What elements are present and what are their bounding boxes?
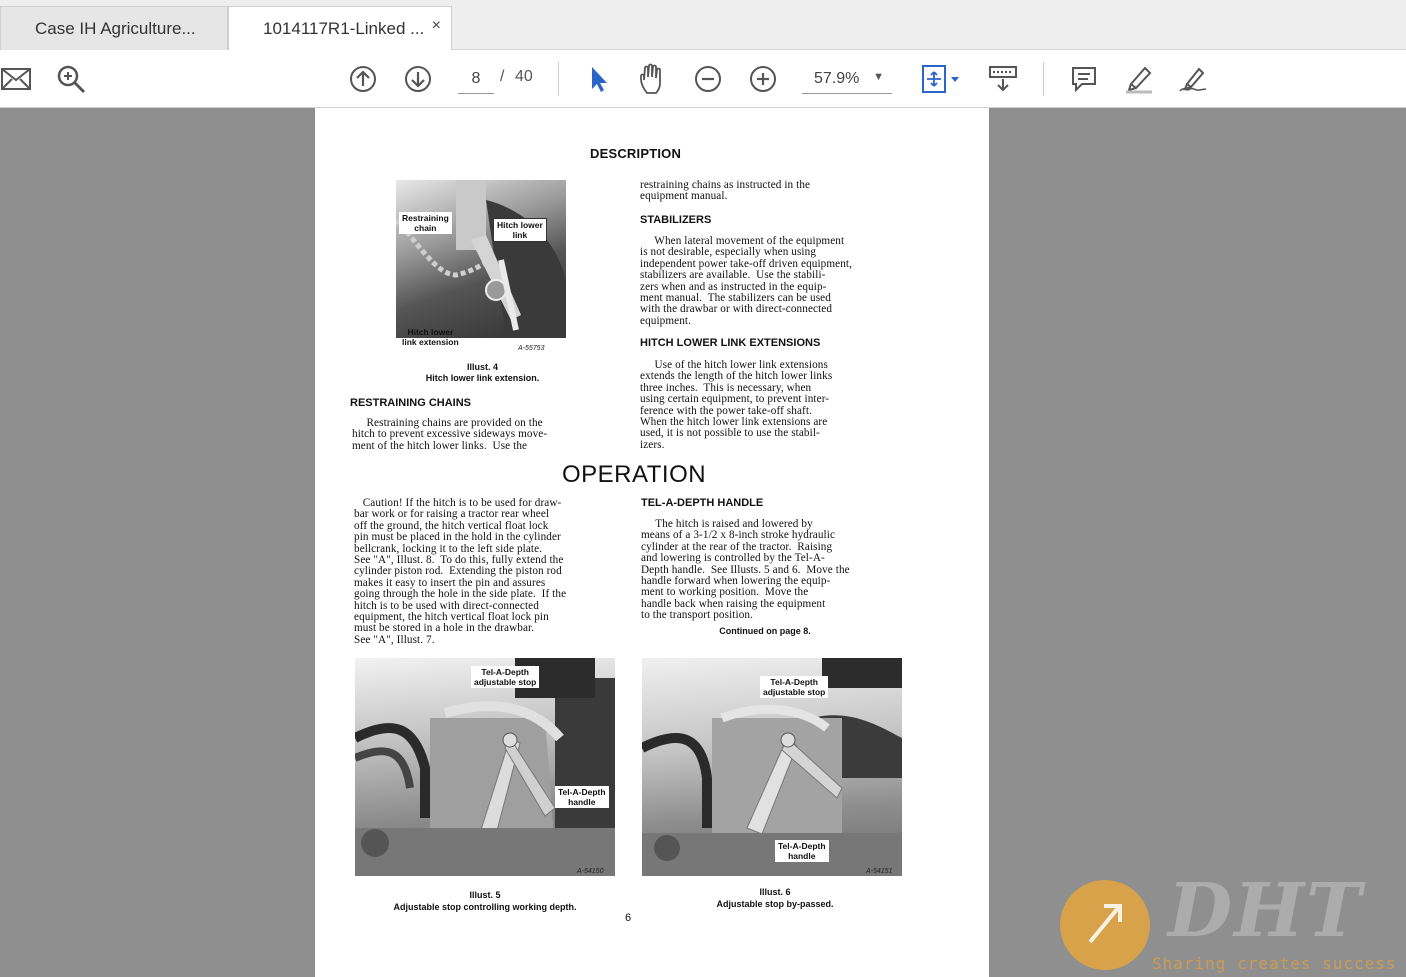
sign-icon[interactable]: [1176, 50, 1210, 108]
caution-paragraph: Caution! If the hitch is to be used for …: [354, 497, 567, 646]
tab-bar: Case IH Agriculture... 1014117R1-Linked …: [0, 0, 1406, 51]
extensions-title: HITCH LOWER LINK EXTENSIONS: [640, 337, 821, 349]
callout-handle: Tel-A-Depth handle: [555, 786, 609, 808]
watermark-tagline: Sharing creates success: [1152, 954, 1397, 973]
illust-6-number: Illust. 6: [759, 887, 791, 897]
highlight-icon[interactable]: [1122, 50, 1156, 108]
watermark-brand: DHT: [1168, 868, 1364, 954]
search-icon[interactable]: [54, 50, 88, 108]
tel-a-depth-body: The hitch is raised and lowered by means…: [641, 518, 850, 622]
hand-icon[interactable]: [636, 50, 670, 108]
illust-4-number: Illust. 4: [466, 362, 498, 372]
tel-a-depth-title: TEL-A-DEPTH HANDLE: [641, 497, 764, 509]
zoom-in-icon[interactable]: [747, 50, 779, 108]
page-number-input[interactable]: 8: [458, 64, 494, 94]
heading-operation: OPERATION: [562, 461, 707, 488]
document-page: DESCRIPTION Restraining chain Hitch lowe…: [315, 108, 989, 977]
illust-6-caption: Adjustable stop by-passed.: [716, 899, 834, 909]
tab-case-ih[interactable]: Case IH Agriculture...: [0, 6, 228, 50]
callout-adjustable-stop: Tel-A-Depth adjustable stop: [471, 666, 540, 688]
page-number-footer: 6: [625, 912, 632, 924]
tab-label: Case IH Agriculture...: [35, 18, 196, 38]
zoom-select[interactable]: 57.9% ▼: [802, 64, 892, 94]
page-up-icon[interactable]: [347, 50, 379, 108]
figure-code: A-54150: [577, 868, 604, 875]
continued-note: Continued on page 8.: [719, 626, 811, 636]
restraining-chains-body: Restraining chains are provided on the h…: [352, 417, 548, 452]
tab-linked-document[interactable]: 1014117R1-Linked ... ×: [228, 6, 452, 51]
page-total: 40: [515, 68, 533, 85]
illust-4-caption: Hitch lower link extension.: [425, 373, 540, 383]
callout-hitch-lower-link-extension: Hitch lower link extension: [402, 327, 459, 347]
illust-5-number: Illust. 5: [469, 890, 501, 900]
stabilizers-body: When lateral movement of the equipment i…: [640, 235, 853, 327]
illust-5-caption: Adjustable stop controlling working dept…: [393, 902, 577, 912]
mail-icon[interactable]: [0, 50, 32, 108]
page-down-icon[interactable]: [402, 50, 434, 108]
chevron-down-icon: ▼: [873, 71, 884, 83]
watermark-logo-icon: [1060, 880, 1150, 970]
close-icon[interactable]: ×: [432, 17, 441, 35]
toolbar-divider: [1043, 62, 1044, 96]
callout-hitch-lower-link: Hitch lower link: [493, 218, 547, 242]
zoom-value: 57.9%: [814, 69, 860, 87]
extensions-body: Use of the hitch lower link extensions e…: [640, 359, 833, 451]
toolbar-divider: [558, 62, 559, 96]
comment-icon[interactable]: [1068, 50, 1100, 108]
hitch-lower-link-photo: [396, 180, 566, 338]
toolbar: 8 / 40 57.9% ▼: [0, 50, 1406, 108]
callout-restraining-chain: Restraining chain: [399, 212, 452, 234]
tab-label: 1014117R1-Linked ...: [263, 19, 425, 38]
fit-page-icon[interactable]: [918, 50, 964, 108]
stabilizers-title: STABILIZERS: [640, 214, 712, 226]
restraining-chains-continued: restraining chains as instructed in the …: [640, 179, 811, 203]
scroll-mode-icon[interactable]: [986, 50, 1020, 108]
restraining-chains-title: RESTRAINING CHAINS: [350, 397, 472, 409]
figure-code: A-54151: [866, 868, 893, 875]
heading-description: DESCRIPTION: [590, 146, 682, 161]
select-pointer-icon[interactable]: [584, 50, 614, 108]
callout-adjustable-stop: Tel-A-Depth adjustable stop: [760, 676, 829, 698]
figure-code: A-55753: [518, 345, 545, 352]
tel-a-depth-photo-working: [355, 658, 615, 876]
page-separator: /: [500, 68, 505, 85]
callout-handle: Tel-A-Depth handle: [775, 840, 829, 862]
zoom-out-icon[interactable]: [692, 50, 724, 108]
